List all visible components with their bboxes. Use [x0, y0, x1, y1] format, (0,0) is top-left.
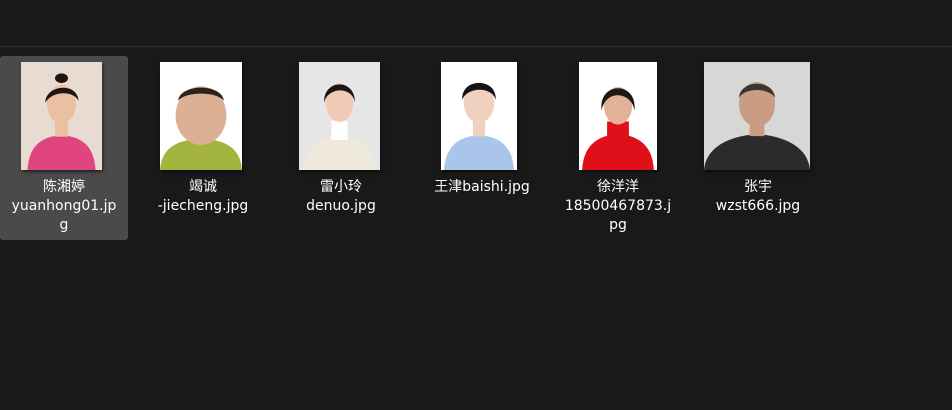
portrait-image	[704, 62, 810, 170]
photo-thumbnail	[21, 62, 102, 170]
portrait-image	[160, 62, 242, 170]
file-item-2[interactable]: 竭诚 -jiecheng.jpg	[139, 56, 267, 240]
file-name-label: 张宇 wzst666.jpg	[715, 179, 801, 214]
file-item-6[interactable]: 张宇 wzst666.jpg	[694, 56, 822, 240]
file-item-1[interactable]: 陈湘婷 yuanhong01.jp g	[0, 56, 128, 240]
portrait-image	[21, 62, 102, 170]
photo-thumbnail	[579, 62, 657, 170]
portrait-image	[441, 62, 517, 170]
file-name-label: 王津baishi.jpg	[434, 179, 530, 195]
file-name-label: 陈湘婷 yuanhong01.jp g	[11, 179, 117, 233]
file-item-4[interactable]: 王津baishi.jpg	[418, 56, 546, 240]
photo-thumbnail	[704, 62, 810, 170]
portrait-image	[579, 62, 657, 170]
portrait-image	[299, 62, 380, 170]
file-item-3[interactable]: 雷小玲 denuo.jpg	[277, 56, 405, 240]
photo-thumbnail	[441, 62, 517, 170]
photo-thumbnail	[160, 62, 242, 170]
file-item-5[interactable]: 徐洋洋 18500467873.j pg	[554, 56, 682, 240]
file-explorer-view: 陈湘婷 yuanhong01.jp g 竭诚 -jiecheng.jpg 雷小玲…	[0, 0, 952, 410]
file-name-label: 徐洋洋 18500467873.j pg	[564, 179, 672, 233]
file-name-label: 雷小玲 denuo.jpg	[306, 179, 376, 214]
header-divider	[0, 46, 952, 47]
file-name-label: 竭诚 -jiecheng.jpg	[157, 179, 249, 214]
photo-thumbnail	[299, 62, 380, 170]
